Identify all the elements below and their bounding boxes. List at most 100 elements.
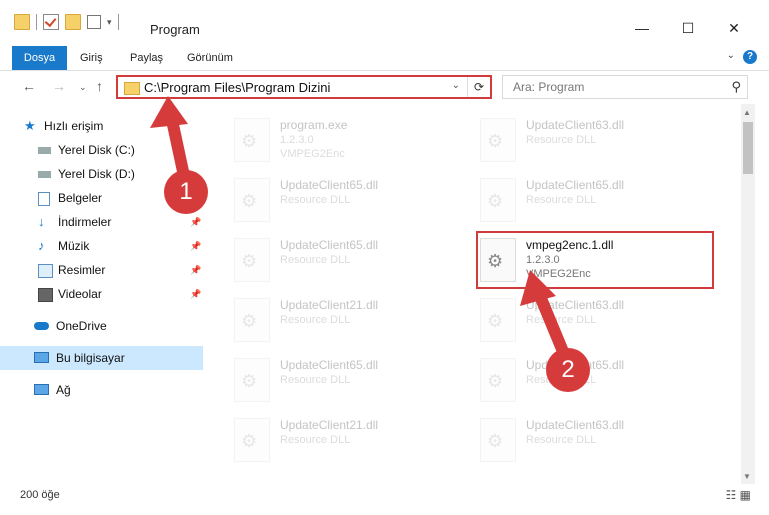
sidebar-item-pictures[interactable]: Resimler 📌 bbox=[0, 258, 203, 282]
sidebar-item-videos[interactable]: Videolar 📌 bbox=[0, 282, 203, 306]
sidebar-item-music[interactable]: ♪ Müzik 📌 bbox=[0, 234, 203, 258]
exe-file-icon bbox=[234, 118, 270, 162]
music-icon: ♪ bbox=[38, 238, 45, 253]
folder-icon[interactable] bbox=[14, 14, 30, 30]
file-tile[interactable]: UpdateClient21.dll Resource DLL bbox=[234, 412, 464, 470]
dll-file-icon bbox=[480, 418, 516, 462]
file-tile[interactable]: program.exe 1.2.3.0 VMPEG2Enc bbox=[234, 112, 464, 170]
file-description: Resource DLL bbox=[526, 314, 597, 326]
file-description: Resource DLL bbox=[526, 134, 597, 146]
pin-icon[interactable]: 📌 bbox=[190, 234, 201, 258]
sidebar-item-label: İndirmeler bbox=[58, 215, 112, 229]
tab-share[interactable]: Paylaş bbox=[120, 46, 173, 70]
address-path[interactable]: C:\Program Files\Program Dizini bbox=[144, 80, 330, 95]
pin-icon[interactable]: 📌 bbox=[190, 282, 201, 306]
sidebar-item-label: Hızlı erişim bbox=[44, 119, 104, 133]
file-tile[interactable]: UpdateClient65.dll Resource DLL bbox=[234, 232, 464, 290]
scroll-up-icon[interactable]: ▲ bbox=[743, 108, 751, 117]
scroll-down-icon[interactable]: ▼ bbox=[743, 472, 751, 481]
dll-file-icon bbox=[480, 178, 516, 222]
file-name: UpdateClient63.dll bbox=[526, 418, 625, 432]
dll-file-icon bbox=[480, 358, 516, 402]
minimize-button[interactable]: — bbox=[622, 20, 662, 36]
search-input[interactable]: Ara: Program bbox=[513, 80, 584, 94]
sidebar-item-local-disk-c[interactable]: Yerel Disk (C:) bbox=[0, 138, 203, 162]
forward-arrow-icon[interactable]: → bbox=[52, 78, 66, 94]
up-arrow-icon[interactable]: ↑ bbox=[96, 78, 103, 94]
cloud-icon bbox=[34, 322, 49, 330]
sidebar-item-label: Bu bilgisayar bbox=[56, 351, 125, 365]
file-description: VMPEG2Enc bbox=[280, 148, 345, 160]
downloads-icon: ↓ bbox=[38, 214, 45, 229]
dll-file-icon bbox=[480, 118, 516, 162]
file-description: Resource DLL bbox=[526, 434, 597, 446]
sidebar-item-label: Videolar bbox=[58, 287, 102, 301]
view-options-icon[interactable] bbox=[87, 15, 101, 29]
tab-home[interactable]: Giriş bbox=[70, 46, 113, 70]
window-title: Program bbox=[150, 22, 200, 37]
sidebar-item-network[interactable]: Ağ bbox=[0, 378, 203, 402]
tab-view[interactable]: Görünüm bbox=[177, 46, 243, 70]
address-bar[interactable]: C:\Program Files\Program Dizini ⌄ ⟳ bbox=[116, 75, 492, 99]
tab-file[interactable]: Dosya bbox=[12, 46, 67, 70]
close-button[interactable]: ✕ bbox=[714, 20, 754, 37]
file-tile[interactable]: UpdateClient65.dll Resource DLL bbox=[480, 352, 710, 410]
file-name: UpdateClient63.dll bbox=[526, 298, 625, 312]
back-arrow-icon[interactable]: ← bbox=[22, 78, 36, 94]
videos-icon bbox=[38, 288, 53, 302]
file-tile[interactable]: UpdateClient65.dll Resource DLL bbox=[480, 172, 710, 230]
sidebar-item-onedrive[interactable]: OneDrive bbox=[0, 314, 203, 338]
drive-icon bbox=[38, 147, 51, 154]
sidebar-item-quick-access[interactable]: ★ Hızlı erişim bbox=[0, 114, 203, 138]
maximize-button[interactable]: ☐ bbox=[668, 20, 708, 37]
sidebar-item-label: Ağ bbox=[56, 383, 71, 397]
star-icon: ★ bbox=[24, 118, 36, 133]
sidebar-item-label: OneDrive bbox=[56, 319, 107, 333]
file-description: Resource DLL bbox=[280, 374, 351, 386]
search-box[interactable]: Ara: Program ⚲ bbox=[502, 75, 748, 99]
navigation-pane: ★ Hızlı erişim Yerel Disk (C:) Yerel Dis… bbox=[0, 112, 205, 472]
customize-toolbar-icon[interactable]: ▾ bbox=[107, 17, 112, 28]
file-name: UpdateClient65.dll bbox=[280, 238, 379, 252]
file-tile[interactable]: UpdateClient21.dll Resource DLL bbox=[234, 292, 464, 350]
scrollbar[interactable]: ▲ ▼ bbox=[741, 104, 755, 484]
network-icon bbox=[34, 384, 49, 395]
sidebar-item-downloads[interactable]: ↓ İndirmeler 📌 bbox=[0, 210, 203, 234]
dll-file-icon bbox=[234, 178, 270, 222]
sidebar-item-label: Resimler bbox=[58, 263, 106, 277]
file-tile[interactable]: UpdateClient63.dll Resource DLL bbox=[480, 112, 710, 170]
chevron-down-icon[interactable]: ⌄ bbox=[452, 80, 460, 91]
callout-step-1: 1 bbox=[164, 170, 208, 214]
recent-locations-icon[interactable]: ⌄ bbox=[79, 82, 87, 93]
search-icon[interactable]: ⚲ bbox=[731, 79, 741, 95]
refresh-icon[interactable]: ⟳ bbox=[467, 77, 490, 97]
pin-icon[interactable]: 📌 bbox=[190, 258, 201, 282]
file-name: UpdateClient65.dll bbox=[280, 178, 379, 192]
folder-icon bbox=[124, 82, 140, 95]
item-count: 200 öğe bbox=[20, 489, 60, 501]
ribbon bbox=[0, 46, 769, 71]
file-tile[interactable]: UpdateClient65.dll Resource DLL bbox=[234, 172, 464, 230]
help-icon[interactable]: ? bbox=[743, 50, 757, 64]
expand-ribbon-icon[interactable]: ⌄ bbox=[727, 50, 735, 61]
file-description: Resource DLL bbox=[280, 254, 351, 266]
view-toggle[interactable]: ☷ ▦ bbox=[726, 488, 751, 502]
properties-icon[interactable] bbox=[43, 14, 59, 30]
sidebar-item-label: Belgeler bbox=[58, 191, 103, 205]
sidebar-item-label: Yerel Disk (C:) bbox=[58, 143, 135, 157]
file-name: UpdateClient65.dll bbox=[526, 178, 625, 192]
sidebar-item-this-pc[interactable]: Bu bilgisayar bbox=[0, 346, 203, 370]
new-folder-icon[interactable] bbox=[65, 14, 81, 30]
file-description: Resource DLL bbox=[280, 434, 351, 446]
file-name: UpdateClient63.dll bbox=[526, 118, 625, 132]
divider bbox=[36, 14, 37, 30]
file-tile[interactable]: UpdateClient65.dll Resource DLL bbox=[234, 352, 464, 410]
file-tile[interactable]: UpdateClient63.dll Resource DLL bbox=[480, 292, 710, 350]
file-description: Resource DLL bbox=[280, 314, 351, 326]
file-tile[interactable]: UpdateClient63.dll Resource DLL bbox=[480, 412, 710, 470]
title-bar: ▾ Program — ☐ ✕ bbox=[0, 0, 769, 44]
pin-icon[interactable]: 📌 bbox=[190, 210, 201, 234]
scrollbar-thumb[interactable] bbox=[743, 122, 753, 174]
pictures-icon bbox=[38, 264, 53, 278]
sidebar-item-label: Yerel Disk (D:) bbox=[58, 167, 135, 181]
